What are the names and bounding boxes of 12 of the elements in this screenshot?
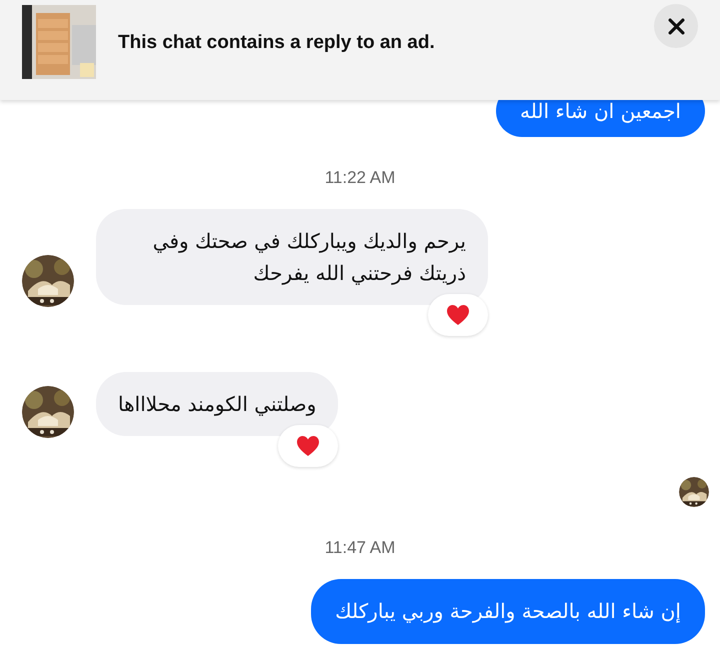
message-bubble: يرحم والديك ويباركلك في صحتك وفي ذريتك فرحتني الله يفرحك: [96, 209, 488, 305]
close-button[interactable]: [654, 4, 698, 48]
close-icon: [668, 18, 684, 34]
reaction-badge[interactable]: [428, 294, 488, 336]
banner-text: This chat contains a reply to an ad.: [118, 32, 435, 54]
timestamp: 11:22 AM: [324, 167, 396, 189]
timestamp: 11:47 AM: [324, 537, 396, 559]
message-bubble: إن شاء الله بالصحة والفرحة وربي يباركلك: [311, 579, 705, 644]
reaction-badge[interactable]: [278, 425, 338, 467]
heart-icon: [296, 435, 320, 457]
message-bubble: وصلتني الكومند محلاااها: [96, 372, 338, 436]
heart-icon: [446, 304, 470, 326]
